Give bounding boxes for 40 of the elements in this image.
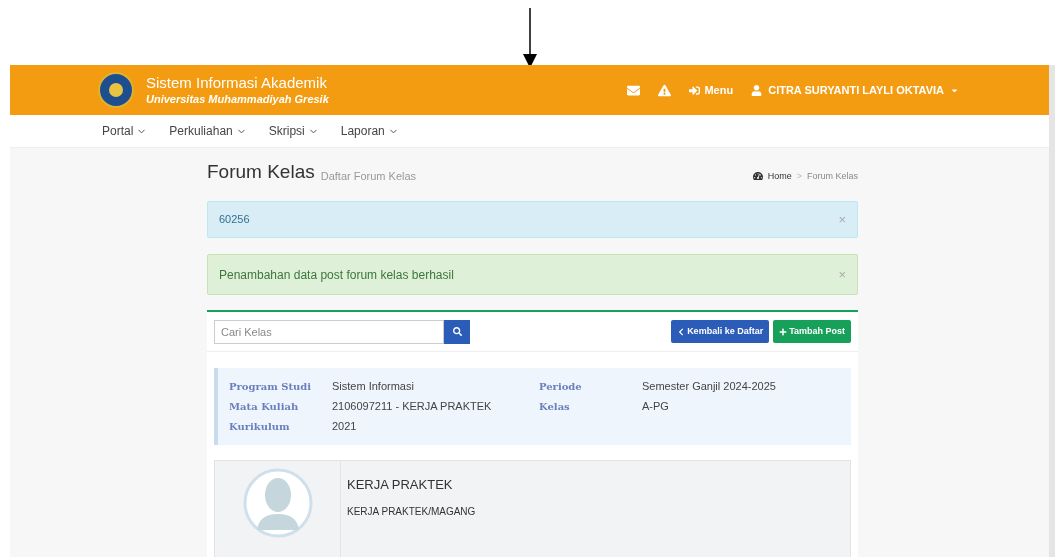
mail-icon[interactable] [627, 83, 641, 97]
nav-menu-item[interactable]: Perkuliahan [169, 122, 247, 140]
info-label: Program Studi [229, 380, 313, 394]
info-label: Kelas [539, 400, 571, 414]
info-value: 2106097211 - KERJA PRAKTEK [332, 399, 493, 414]
avatar-silhouette-icon [242, 468, 313, 538]
user-icon [751, 84, 763, 96]
site-subtitle: Universitas Muhammadiyah Gresik [146, 92, 329, 107]
post-body: KERJA PRAKTEK/MAGANG [347, 504, 476, 519]
info-label: Kurikulum [229, 420, 291, 434]
search-button[interactable] [444, 319, 470, 344]
add-post-button[interactable]: Tambah Post [773, 320, 851, 343]
university-logo-icon [98, 72, 134, 108]
info-value: 2021 [332, 419, 358, 434]
dashboard-icon [752, 171, 763, 182]
site-title: Sistem Informasi Akademik [146, 73, 328, 93]
alert-text: Penambahan data post forum kelas berhasil [219, 266, 454, 284]
breadcrumb-link[interactable]: Forum Kelas [806, 169, 858, 183]
search-icon [452, 327, 462, 336]
down-arrow-icon [521, 8, 538, 68]
nav-menu-item[interactable]: Portal [102, 122, 148, 140]
nav-menu-item[interactable]: Skripsi [268, 122, 319, 140]
nav-menu-item[interactable]: Laporan [340, 122, 399, 140]
chevron-left-icon [677, 327, 686, 336]
breadcrumb-separator: > [796, 169, 802, 183]
alert-text: 60256 [219, 212, 250, 228]
sign-in-icon [689, 84, 701, 96]
info-value: Sistem Informasi [332, 379, 415, 394]
info-value: Semester Ganjil 2024-2025 [642, 379, 777, 394]
info-value: A-PG [642, 399, 670, 414]
back-button[interactable]: Kembali ke Daftar [671, 320, 770, 343]
page-subtitle: Daftar Forum Kelas [320, 168, 417, 184]
warning-icon[interactable] [658, 83, 672, 97]
info-label: Periode [539, 380, 583, 394]
info-label: Mata Kuliah [229, 400, 300, 414]
search-field[interactable]: Cari Kelas [214, 319, 444, 344]
plus-icon [779, 327, 788, 336]
post-title: KERJA PRAKTEK [347, 476, 454, 494]
page-title: Forum Kelas [207, 159, 315, 184]
breadcrumb-link[interactable]: Home [767, 169, 792, 183]
